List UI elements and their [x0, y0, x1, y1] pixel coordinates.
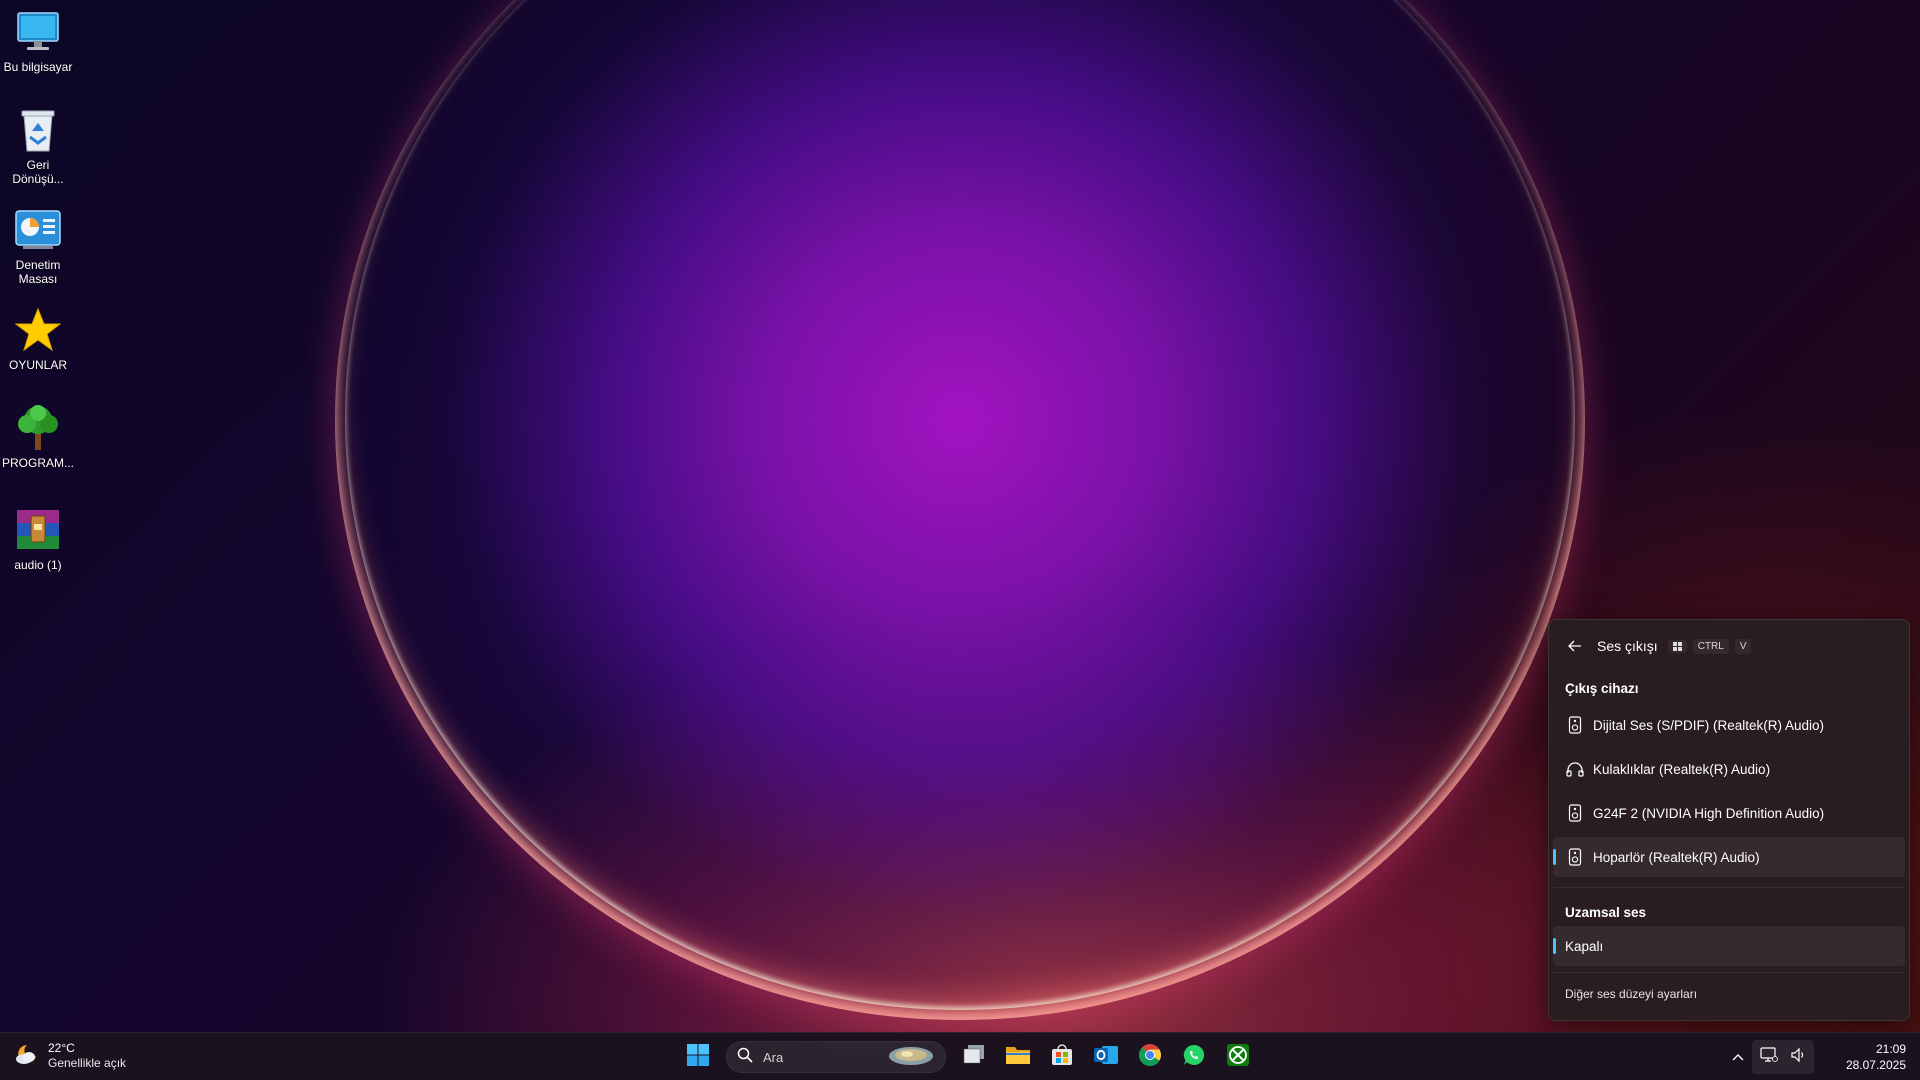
control-panel-icon: [14, 206, 62, 254]
star-folder-icon: [14, 306, 62, 354]
desktop-icon-games[interactable]: OYUNLAR: [0, 306, 76, 372]
speaker-icon: [1565, 847, 1585, 867]
microsoft-store-button[interactable]: [1042, 1037, 1082, 1077]
device-name: Hoparlör (Realtek(R) Audio): [1593, 849, 1760, 865]
search-icon: [737, 1047, 753, 1068]
desktop-icon-label: audio (1): [14, 558, 62, 572]
task-view-button[interactable]: [954, 1037, 994, 1077]
desktop-icon-label: Bu bilgisayar: [3, 60, 73, 74]
weather-condition: Genellikle açık: [48, 1056, 127, 1070]
output-device-spdif[interactable]: Dijital Ses (S/PDIF) (Realtek(R) Audio): [1553, 705, 1905, 745]
volume-icon: [1790, 1047, 1806, 1068]
network-icon: [1760, 1046, 1778, 1068]
spatial-sound-option-off[interactable]: Kapalı: [1553, 926, 1905, 966]
outlook-icon: [1093, 1043, 1119, 1072]
task-view-icon: [962, 1044, 986, 1071]
spatial-sound-value: Kapalı: [1565, 938, 1604, 954]
file-explorer-button[interactable]: [998, 1037, 1038, 1077]
desktop-icon-label: Denetim Masası: [15, 258, 61, 286]
system-tray: 21:09 28.07.2025: [1724, 1033, 1920, 1080]
desktop-icon-recycle-bin[interactable]: Geri Dönüşü...: [0, 106, 76, 186]
folder-icon: [1005, 1044, 1031, 1071]
weather-temperature: 22°C: [48, 1041, 75, 1055]
windows-key-icon: [1667, 639, 1687, 653]
xbox-button[interactable]: [1218, 1037, 1258, 1077]
flyout-header: Ses çıkışı CTRL V: [1563, 634, 1757, 658]
partly-cloudy-night-icon: [14, 1042, 40, 1071]
tree-folder-icon: [14, 404, 62, 452]
whatsapp-icon: [1182, 1043, 1206, 1072]
show-hidden-icons-button[interactable]: [1724, 1037, 1752, 1077]
speaker-icon: [1565, 715, 1585, 735]
clock-date: 28.07.2025: [1845, 1058, 1906, 1072]
output-device-section-title: Çıkış cihazı: [1565, 681, 1639, 696]
shortcut-key-v: V: [1734, 638, 1752, 654]
flyout-title: Ses çıkışı: [1597, 638, 1658, 654]
clock-time: 21:09: [1875, 1042, 1906, 1056]
xbox-icon: [1226, 1043, 1250, 1072]
search-highlight-image-icon: [887, 1043, 935, 1072]
speaker-icon: [1565, 803, 1585, 823]
taskbar: 22°C Genellikle açık Ara 21:09 28.07.202…: [0, 1032, 1920, 1080]
taskbar-apps: Ara: [678, 1037, 1258, 1077]
taskbar-search-box[interactable]: Ara: [726, 1041, 946, 1073]
search-placeholder: Ara: [763, 1049, 784, 1065]
desktop-icon-label: PROGRAM...: [2, 456, 75, 470]
desktop-icon-label: Geri Dönüşü...: [12, 158, 64, 186]
monitor-icon: [14, 8, 62, 56]
spatial-sound-section-title: Uzamsal ses: [1565, 905, 1647, 920]
desktop-icon-control-panel[interactable]: Denetim Masası: [0, 206, 76, 286]
chrome-icon: [1138, 1043, 1162, 1072]
winrar-archive-icon: [14, 506, 62, 554]
desktop-icon-label: OYUNLAR: [8, 358, 67, 372]
output-device-headphones[interactable]: Kulaklıklar (Realtek(R) Audio): [1553, 749, 1905, 789]
device-name: Dijital Ses (S/PDIF) (Realtek(R) Audio): [1593, 717, 1825, 733]
output-device-nvidia-hdmi[interactable]: G24F 2 (NVIDIA High Definition Audio): [1553, 793, 1905, 833]
more-volume-settings-link[interactable]: Diğer ses düzeyi ayarları: [1565, 987, 1697, 1001]
desktop-icon-programs[interactable]: PROGRAM...: [0, 404, 76, 470]
weather-widget[interactable]: 22°C Genellikle açık: [14, 1041, 126, 1071]
output-device-speakers-selected[interactable]: Hoparlör (Realtek(R) Audio): [1553, 837, 1905, 877]
chevron-up-icon: [1732, 1050, 1744, 1064]
whatsapp-button[interactable]: [1174, 1037, 1214, 1077]
outlook-button[interactable]: [1086, 1037, 1126, 1077]
chrome-button[interactable]: [1130, 1037, 1170, 1077]
recycle-bin-icon: [14, 106, 62, 154]
section-divider: [1553, 972, 1905, 973]
sound-output-flyout: Ses çıkışı CTRL V Çıkış cihazı Dijital S…: [1548, 619, 1910, 1021]
section-divider: [1553, 887, 1905, 888]
headphones-icon: [1565, 759, 1585, 779]
device-name: G24F 2 (NVIDIA High Definition Audio): [1593, 805, 1825, 821]
device-name: Kulaklıklar (Realtek(R) Audio): [1593, 761, 1771, 777]
quick-settings-button[interactable]: [1752, 1040, 1814, 1074]
taskbar-clock[interactable]: 21:09 28.07.2025: [1820, 1041, 1920, 1073]
shortcut-key-ctrl: CTRL: [1692, 638, 1729, 654]
back-arrow-icon[interactable]: [1563, 634, 1587, 658]
store-bag-icon: [1050, 1043, 1074, 1072]
desktop-icon-audio-archive[interactable]: audio (1): [0, 506, 76, 572]
desktop-icon-this-pc[interactable]: Bu bilgisayar: [0, 8, 76, 74]
start-button[interactable]: [678, 1037, 718, 1077]
windows-logo-icon: [686, 1043, 710, 1072]
